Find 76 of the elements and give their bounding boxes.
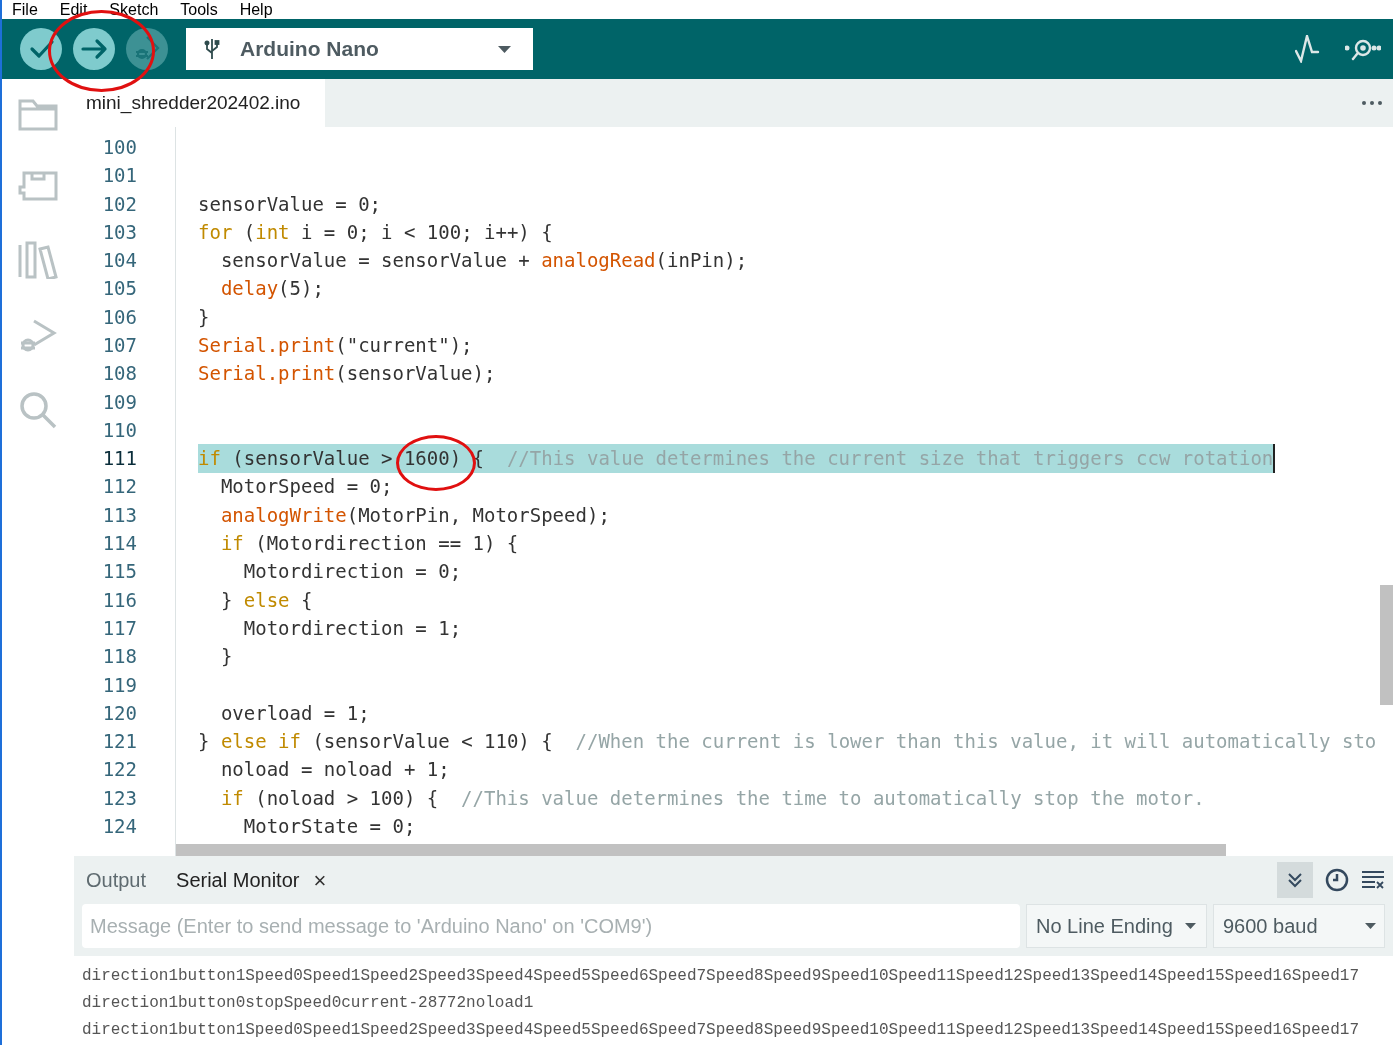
board-selector[interactable]: Arduino Nano	[186, 28, 533, 70]
line-number: 121	[101, 729, 138, 755]
code-line: noload = noload + 1;	[219, 757, 450, 783]
code-line: Serial.print("current");	[198, 333, 473, 358]
code-line: MotorSpeed = 0;	[219, 474, 393, 500]
panel-tab[interactable]: Serial Monitor ×	[176, 863, 327, 897]
serial-output-line: direction1button0stopSpeed0current-28772noload1	[82, 994, 535, 1013]
close-button[interactable]: ×	[313, 863, 327, 897]
line-number: 105	[101, 276, 138, 302]
line-number: 122	[101, 757, 138, 783]
line-number: 106	[101, 304, 138, 330]
menu-item[interactable]: Sketch	[109, 1, 159, 18]
verify-button[interactable]	[20, 28, 62, 70]
code-line: Motordirection = 1;	[242, 615, 462, 641]
line-number: 119	[101, 672, 138, 698]
code-line: for (int i = 0; i < 100; i++) {	[198, 219, 553, 245]
line-number: 111	[101, 446, 138, 472]
horizontal-scrollbar[interactable]	[176, 844, 1226, 856]
editor-tab[interactable]: mini_shredder202402.ino	[74, 79, 325, 127]
line-number: 102	[101, 191, 138, 217]
line-number: 100	[101, 134, 138, 160]
code-line: }	[219, 644, 233, 670]
caret-icon	[498, 45, 511, 53]
more-icon[interactable]	[1361, 100, 1383, 106]
code-line: if (Motordirection == 1) {	[219, 531, 519, 557]
clock-icon[interactable]	[1325, 868, 1349, 892]
code-line: delay(5);	[219, 276, 324, 302]
line-number: 115	[101, 559, 138, 585]
menu-item[interactable]: Tools	[180, 1, 218, 18]
caret-icon	[1365, 923, 1376, 929]
menu-item[interactable]: Help	[239, 1, 273, 18]
line-number: 116	[101, 587, 138, 613]
code-line: Serial.print(sensorValue);	[198, 361, 496, 387]
code-line: MotorState = 0;	[242, 814, 416, 840]
serial-output-line: direction1button1Speed0Speed1Speed2Speed3Speed4Speed5Speed6Speed7Speed8Speed9Speed10Speed11Speed12Speed13Speed14Speed15Speed16Speed17	[82, 967, 1360, 986]
code-line: } else {	[219, 587, 313, 613]
serial-output-line: direction1button1Speed0Speed1Speed2Speed3Speed4Speed5Speed6Speed7Speed8Speed9Speed10Speed11Speed12Speed13Speed14Speed15Speed16Speed17	[82, 1021, 1360, 1040]
line-number: 114	[101, 531, 138, 557]
code-line: analogWrite(MotorPin, MotorSpeed);	[219, 502, 610, 528]
clear-output-icon[interactable]	[1361, 870, 1385, 890]
line-number: 103	[101, 219, 138, 245]
caret-icon	[1185, 923, 1196, 929]
message-field[interactable]: Message (Enter to send message to 'Arduino Nano' on 'COM9')	[82, 904, 1020, 948]
line-number: 120	[101, 700, 138, 726]
code-line: sensorValue = sensorValue + analogRead(inPin);	[219, 248, 748, 274]
line-number: 113	[101, 502, 138, 528]
autoscroll-button[interactable]	[1277, 862, 1313, 898]
board-name: Arduino Nano	[240, 36, 379, 63]
line-number: 117	[101, 615, 138, 641]
menu-item[interactable]: File	[12, 1, 38, 18]
line-number: 123	[101, 785, 138, 811]
menu-item[interactable]: Edit	[59, 1, 88, 18]
serial-plotter-icon[interactable]	[1295, 35, 1321, 63]
line-number: 108	[101, 361, 138, 387]
line-number: 107	[101, 333, 138, 358]
upload-button[interactable]	[73, 28, 115, 70]
code-line: Motordirection = 0;	[242, 559, 462, 585]
line-number: 124	[101, 814, 138, 840]
line-number: 112	[101, 474, 138, 500]
line-number: 110	[101, 417, 138, 443]
double-chevron-icon	[1287, 872, 1303, 888]
code-line: if (noload > 100) { //This value determines the time to automatically stop the motor.	[219, 785, 1205, 811]
code-line: }	[198, 304, 210, 330]
line-number: 101	[101, 163, 138, 189]
usb-icon	[204, 38, 220, 60]
line-number: 118	[101, 644, 138, 670]
serial-monitor-icon[interactable]	[1345, 37, 1381, 61]
line-number: 104	[101, 248, 138, 274]
line-number: 109	[101, 389, 138, 415]
panel-tab[interactable]: Output	[86, 865, 147, 895]
code-line: overload = 1;	[219, 700, 370, 726]
scrollbar-thumb[interactable]	[1380, 585, 1393, 705]
line-ending-dropdown[interactable]: No Line Ending	[1026, 904, 1207, 948]
code-line: sensorValue = 0;	[198, 191, 382, 217]
baud-dropdown[interactable]: 9600 baud	[1213, 904, 1385, 948]
code-line: } else if (sensorValue < 110) { //When the current is lower than this value, it will automatically sto	[198, 729, 1377, 755]
